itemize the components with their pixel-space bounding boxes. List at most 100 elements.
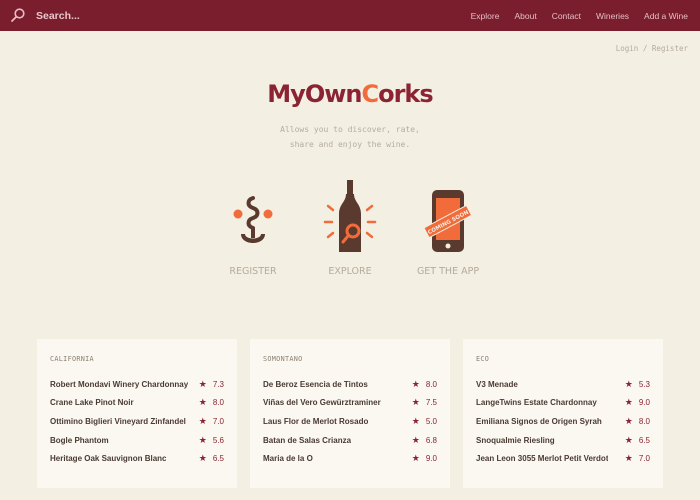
wine-row[interactable]: Robert Mondavi Winery Chardonnay ★ 7.3 (50, 375, 224, 394)
wine-score: ★ 8.0 (412, 379, 437, 390)
star-icon: ★ (411, 434, 420, 445)
wine-name: Emiliana Signos de Origen Syrah (476, 416, 602, 426)
wine-row[interactable]: LangeTwins Estate Chardonnay ★ 9.0 (476, 394, 650, 413)
star-icon: ★ (198, 415, 207, 426)
nav-explore[interactable]: Explore (471, 11, 500, 21)
wine-name: Crane Lake Pinot Noir (50, 398, 134, 408)
wine-score: ★ 9.0 (412, 453, 437, 464)
wine-score: ★ 6.5 (199, 453, 224, 464)
feature-app[interactable]: COMING SOON GET THE APP (398, 176, 498, 277)
star-icon: ★ (198, 434, 207, 445)
feature-explore[interactable]: EXPLORE (300, 176, 400, 277)
wine-row[interactable]: V3 Menade ★ 5.3 (476, 375, 650, 394)
wine-name: Robert Mondavi Winery Chardonnay (50, 379, 189, 389)
wine-score: ★ 8.0 (625, 416, 650, 427)
wine-score-value: 5.3 (638, 379, 650, 389)
feature-register[interactable]: REGISTER (203, 176, 303, 277)
wine-score: ★ 6.5 (625, 435, 650, 446)
star-icon: ★ (624, 415, 633, 426)
wine-row[interactable]: Laus Flor de Merlot Rosado ★ 5.0 (263, 412, 437, 431)
wine-score: ★ 7.3 (199, 379, 224, 390)
logo[interactable]: MyOwnCorks (0, 80, 700, 108)
wine-name: Bogle Phantom (50, 435, 109, 445)
wine-row[interactable]: De Beroz Esencia de Tintos ★ 8.0 (263, 375, 437, 394)
wine-score: ★ 6.8 (412, 435, 437, 446)
bottle-magnifier-icon (323, 180, 377, 252)
wine-score-value: 5.6 (212, 435, 224, 445)
wine-name: Heritage Oak Sauvignon Blanc (50, 454, 167, 464)
star-icon: ★ (411, 415, 420, 426)
search-icon[interactable] (10, 7, 26, 23)
star-icon: ★ (624, 434, 633, 445)
star-icon: ★ (411, 378, 420, 389)
wine-name: LangeTwins Estate Chardonnay (476, 398, 597, 408)
wine-score-value: 9.0 (638, 398, 650, 408)
wine-score-value: 7.0 (638, 454, 650, 464)
wine-score-value: 5.0 (425, 416, 437, 426)
logo-text-2: orks (378, 80, 434, 108)
wine-list-card: ECO V3 Menade ★ 5.3 LangeTwins Estate Char… (463, 339, 663, 488)
star-icon: ★ (624, 453, 633, 464)
wine-row[interactable]: Viñas del Vero Gewürztraminer ★ 7.5 (263, 394, 437, 413)
wine-score: ★ 5.0 (412, 416, 437, 427)
top-bar: Explore About Contact Wineries Add a Win… (0, 0, 700, 31)
feature-app-label: GET THE APP (416, 266, 480, 277)
card-region-title: SOMONTANO (263, 355, 303, 363)
wine-score-value: 6.5 (638, 435, 650, 445)
wine-name: Ottimino Biglieri Vineyard Zinfandel (50, 416, 186, 426)
star-icon: ★ (198, 378, 207, 389)
wine-row[interactable]: Crane Lake Pinot Noir ★ 8.0 (50, 394, 224, 413)
tagline: Allows you to discover, rate, share and … (0, 122, 700, 152)
wine-row[interactable]: Bogle Phantom ★ 5.6 (50, 431, 224, 450)
wine-score: ★ 7.5 (412, 397, 437, 408)
auth-links: Login / Register (616, 44, 688, 53)
main-nav: Explore About Contact Wineries Add a Win… (456, 0, 688, 31)
star-icon: ★ (411, 453, 420, 464)
wine-score: ★ 5.3 (625, 379, 650, 390)
login-link[interactable]: Login (616, 44, 639, 53)
wine-list-card: CALIFORNIA Robert Mondavi Winery Chardon… (37, 339, 237, 488)
wine-row[interactable]: Snoqualmie Riesling ★ 6.5 (476, 431, 650, 450)
phone-icon: COMING SOON (423, 190, 473, 252)
logo-text-1: MyOwn (267, 80, 362, 108)
nav-add-wine[interactable]: Add a Wine (644, 11, 688, 21)
star-icon: ★ (624, 397, 633, 408)
logo-cork-letter: C (361, 80, 379, 108)
nav-wineries[interactable]: Wineries (596, 11, 629, 21)
wine-name: V3 Menade (476, 379, 518, 389)
tagline-line-2: share and enjoy the wine. (289, 140, 411, 149)
tagline-line-1: Allows you to discover, rate, (280, 125, 420, 134)
wine-row[interactable]: Batan de Salas Crianza ★ 6.8 (263, 431, 437, 450)
wine-row[interactable]: Heritage Oak Sauvignon Blanc ★ 6.5 (50, 449, 224, 468)
wine-score: ★ 7.0 (625, 453, 650, 464)
wine-row[interactable]: Jean Leon 3055 Merlot Petit Verdot ★ 7.0 (476, 449, 650, 468)
wine-name: De Beroz Esencia de Tintos (263, 379, 368, 389)
auth-separator: / (642, 44, 648, 53)
wine-name: Jean Leon 3055 Merlot Petit Verdot (476, 454, 609, 464)
nav-contact[interactable]: Contact (552, 11, 581, 21)
search-input[interactable] (36, 6, 236, 25)
wine-name: Snoqualmie Riesling (476, 435, 555, 445)
wine-score-value: 6.5 (212, 454, 224, 464)
star-icon: ★ (411, 397, 420, 408)
wine-score-value: 6.8 (425, 435, 437, 445)
wine-name: Viñas del Vero Gewürztraminer (263, 398, 381, 408)
feature-register-label: REGISTER (229, 266, 277, 277)
wine-score-value: 7.5 (425, 398, 437, 408)
wine-score-value: 7.0 (212, 416, 224, 426)
wine-score-value: 8.0 (212, 398, 224, 408)
wine-score: ★ 8.0 (199, 397, 224, 408)
star-icon: ★ (198, 397, 207, 408)
wine-score: ★ 7.0 (199, 416, 224, 427)
wine-list-card: SOMONTANO De Beroz Esencia de Tintos ★ 8.0… (250, 339, 450, 488)
wine-score-value: 8.0 (638, 416, 650, 426)
nav-about[interactable]: About (514, 11, 536, 21)
wine-row[interactable]: Ottimino Biglieri Vineyard Zinfandel ★ 7.0 (50, 412, 224, 431)
wine-name: Laus Flor de Merlot Rosado (263, 416, 369, 426)
register-link[interactable]: Register (652, 44, 688, 53)
star-icon: ★ (624, 378, 633, 389)
wine-row[interactable]: Maria de la O ★ 9.0 (263, 449, 437, 468)
wine-score-value: 9.0 (425, 454, 437, 464)
wine-row[interactable]: Emiliana Signos de Origen Syrah ★ 8.0 (476, 412, 650, 431)
wine-name: Maria de la O (263, 454, 313, 464)
